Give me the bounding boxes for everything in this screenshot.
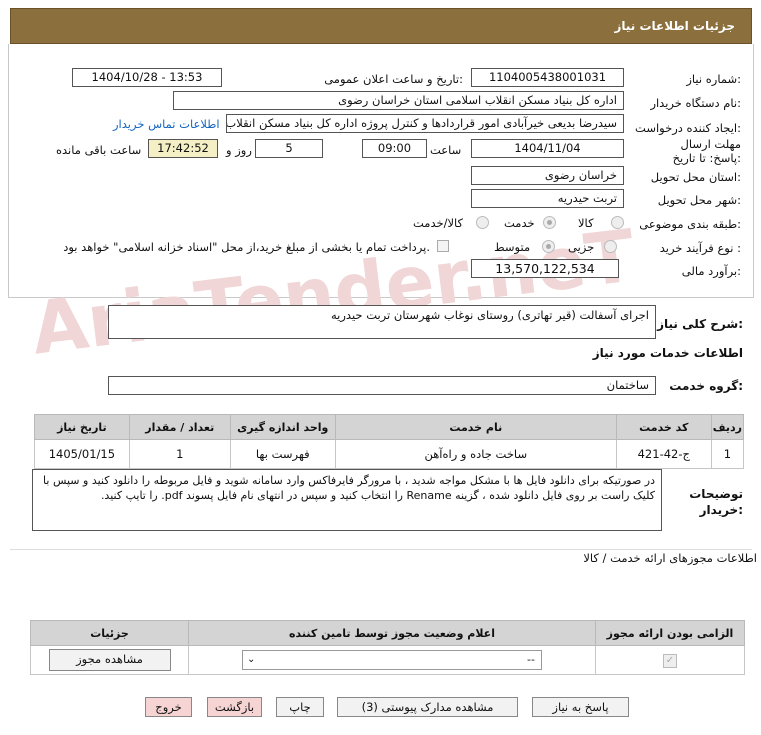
divider bbox=[10, 549, 752, 550]
time-label: ساعت bbox=[430, 143, 462, 157]
services-section-title: اطلاعات خدمات مورد نیاز bbox=[592, 346, 743, 360]
need-number-field[interactable]: 1104005438001031 bbox=[471, 68, 624, 87]
services-table-header: ردیف کد خدمت نام خدمت واحد اندازه گیری ت… bbox=[34, 414, 745, 440]
cell-qty: 1 bbox=[128, 439, 231, 469]
radio-goods-service[interactable] bbox=[476, 216, 489, 229]
exit-button[interactable]: خروج bbox=[145, 697, 192, 717]
deadline-time-field[interactable]: 09:00 bbox=[362, 139, 427, 158]
radio-service-label: خدمت bbox=[504, 216, 535, 230]
permit-status-select[interactable]: -- ⌄ bbox=[242, 650, 542, 670]
requester-label: ایجاد کننده درخواست: bbox=[635, 121, 741, 135]
th-status: اعلام وضعیت مجوز توسط تامین کننده bbox=[188, 620, 596, 646]
buyer-org-field[interactable]: اداره کل بنیاد مسکن انقلاب اسلامی استان … bbox=[173, 91, 624, 110]
radio-goods-label: کالا bbox=[578, 216, 594, 230]
remaining-time-field[interactable]: 17:42:52 bbox=[148, 139, 218, 158]
treasury-text: پرداخت تمام یا بخشی از مبلغ خرید،از محل … bbox=[63, 240, 430, 254]
cell-status: -- ⌄ bbox=[188, 645, 596, 675]
page-title: جزئیات اطلاعات نیاز bbox=[614, 19, 735, 33]
process-label: نوع فرآیند خرید : bbox=[659, 241, 741, 255]
cell-required: ✓ bbox=[595, 645, 745, 675]
radio-partial[interactable] bbox=[604, 240, 617, 253]
table-row: 1 ج-42-421 ساخت جاده و راه‌آهن فهرست بها… bbox=[34, 439, 745, 469]
deadline-date-field[interactable]: 1404/11/04 bbox=[471, 139, 624, 158]
radio-service[interactable] bbox=[543, 216, 556, 229]
summary-field[interactable]: اجرای آسفالت (قیر تهاتری) روستای نوغاب ش… bbox=[108, 305, 656, 339]
th-qty: تعداد / مقدار bbox=[128, 414, 231, 440]
buyer-org-label: نام دستگاه خریدار: bbox=[650, 96, 741, 110]
service-group-label: گروه خدمت: bbox=[669, 379, 743, 393]
contact-buyer-link[interactable]: اطلاعات تماس خریدار bbox=[113, 117, 220, 131]
cell-date: 1405/01/15 bbox=[34, 439, 130, 469]
required-checkbox[interactable]: ✓ bbox=[663, 654, 677, 668]
city-label: شهر محل تحویل: bbox=[657, 193, 741, 207]
days-label: روز و bbox=[226, 143, 252, 157]
radio-goods[interactable] bbox=[611, 216, 624, 229]
province-field[interactable]: خراسان رضوی bbox=[471, 166, 624, 185]
summary-label: شرح کلی نیاز: bbox=[657, 317, 743, 331]
need-number-label: شماره نیاز: bbox=[686, 72, 741, 86]
budget-label: برآورد مالی: bbox=[681, 264, 741, 278]
remaining-label: ساعت باقی مانده bbox=[56, 143, 142, 157]
th-code: کد خدمت bbox=[615, 414, 712, 440]
radio-partial-label: جزیی bbox=[568, 240, 595, 254]
attachments-button[interactable]: مشاهده مدارک پیوستی (3) bbox=[337, 697, 518, 717]
notes-label: توضیحات خریدار: bbox=[689, 487, 743, 517]
notes-text: در صورتیکه برای دانلود فایل ها با مشکل م… bbox=[43, 474, 655, 502]
th-date: تاریخ نیاز bbox=[34, 414, 130, 440]
permits-table: الزامی بودن ارائه مجوز اعلام وضعیت مجوز … bbox=[30, 620, 745, 675]
radio-medium[interactable] bbox=[542, 240, 555, 253]
th-row: ردیف bbox=[710, 414, 745, 440]
print-button[interactable]: چاپ bbox=[276, 697, 324, 717]
view-permit-button[interactable]: مشاهده مجوز bbox=[48, 649, 171, 671]
cell-unit: فهرست بها bbox=[229, 439, 336, 469]
days-field[interactable]: 5 bbox=[255, 139, 323, 158]
permits-title: اطلاعات مجوزهای ارائه خدمت / کالا bbox=[583, 551, 757, 565]
cell-name: ساخت جاده و راه‌آهن bbox=[334, 439, 617, 469]
radio-goods-service-label: کالا/خدمت bbox=[413, 216, 464, 230]
chevron-down-icon: ⌄ bbox=[247, 654, 256, 665]
treasury-checkbox[interactable] bbox=[437, 240, 449, 252]
radio-medium-label: متوسط bbox=[494, 240, 531, 254]
notes-field[interactable]: در صورتیکه برای دانلود فایل ها با مشکل م… bbox=[32, 469, 662, 531]
budget-field[interactable]: 13,570,122,534 bbox=[471, 259, 619, 278]
announce-field[interactable]: 1404/10/28 - 13:53 bbox=[72, 68, 222, 87]
page-header: جزئیات اطلاعات نیاز bbox=[10, 8, 752, 44]
deadline-label: مهلت ارسال پاسخ: تا تاریخ: bbox=[672, 137, 741, 165]
permits-table-header: الزامی بودن ارائه مجوز اعلام وضعیت مجوز … bbox=[30, 620, 745, 646]
th-required: الزامی بودن ارائه مجوز bbox=[595, 620, 745, 646]
th-name: نام خدمت bbox=[334, 414, 617, 440]
cell-row: 1 bbox=[710, 439, 745, 469]
table-row: ✓ -- ⌄ مشاهده مجوز bbox=[30, 645, 745, 675]
reply-button[interactable]: پاسخ به نیاز bbox=[532, 697, 629, 717]
announce-label: تاریخ و ساعت اعلان عمومی: bbox=[324, 72, 463, 86]
service-group-field[interactable]: ساختمان bbox=[108, 376, 656, 395]
province-label: استان محل تحویل: bbox=[650, 170, 741, 184]
th-details: جزئیات bbox=[30, 620, 189, 646]
category-label: طبقه بندی موضوعی: bbox=[639, 217, 741, 231]
back-button[interactable]: بازگشت bbox=[207, 697, 262, 717]
requester-field[interactable]: سیدرضا بدیعی خیرآبادی امور قراردادها و ک… bbox=[226, 114, 624, 133]
permit-status-value: -- bbox=[527, 653, 535, 666]
services-table: ردیف کد خدمت نام خدمت واحد اندازه گیری ت… bbox=[34, 414, 745, 469]
summary-text: اجرای آسفالت (قیر تهاتری) روستای نوغاب ش… bbox=[331, 308, 649, 322]
cell-code: ج-42-421 bbox=[615, 439, 712, 469]
cell-details: مشاهده مجوز bbox=[30, 645, 189, 675]
th-unit: واحد اندازه گیری bbox=[229, 414, 336, 440]
city-field[interactable]: تربت حیدریه bbox=[471, 189, 624, 208]
